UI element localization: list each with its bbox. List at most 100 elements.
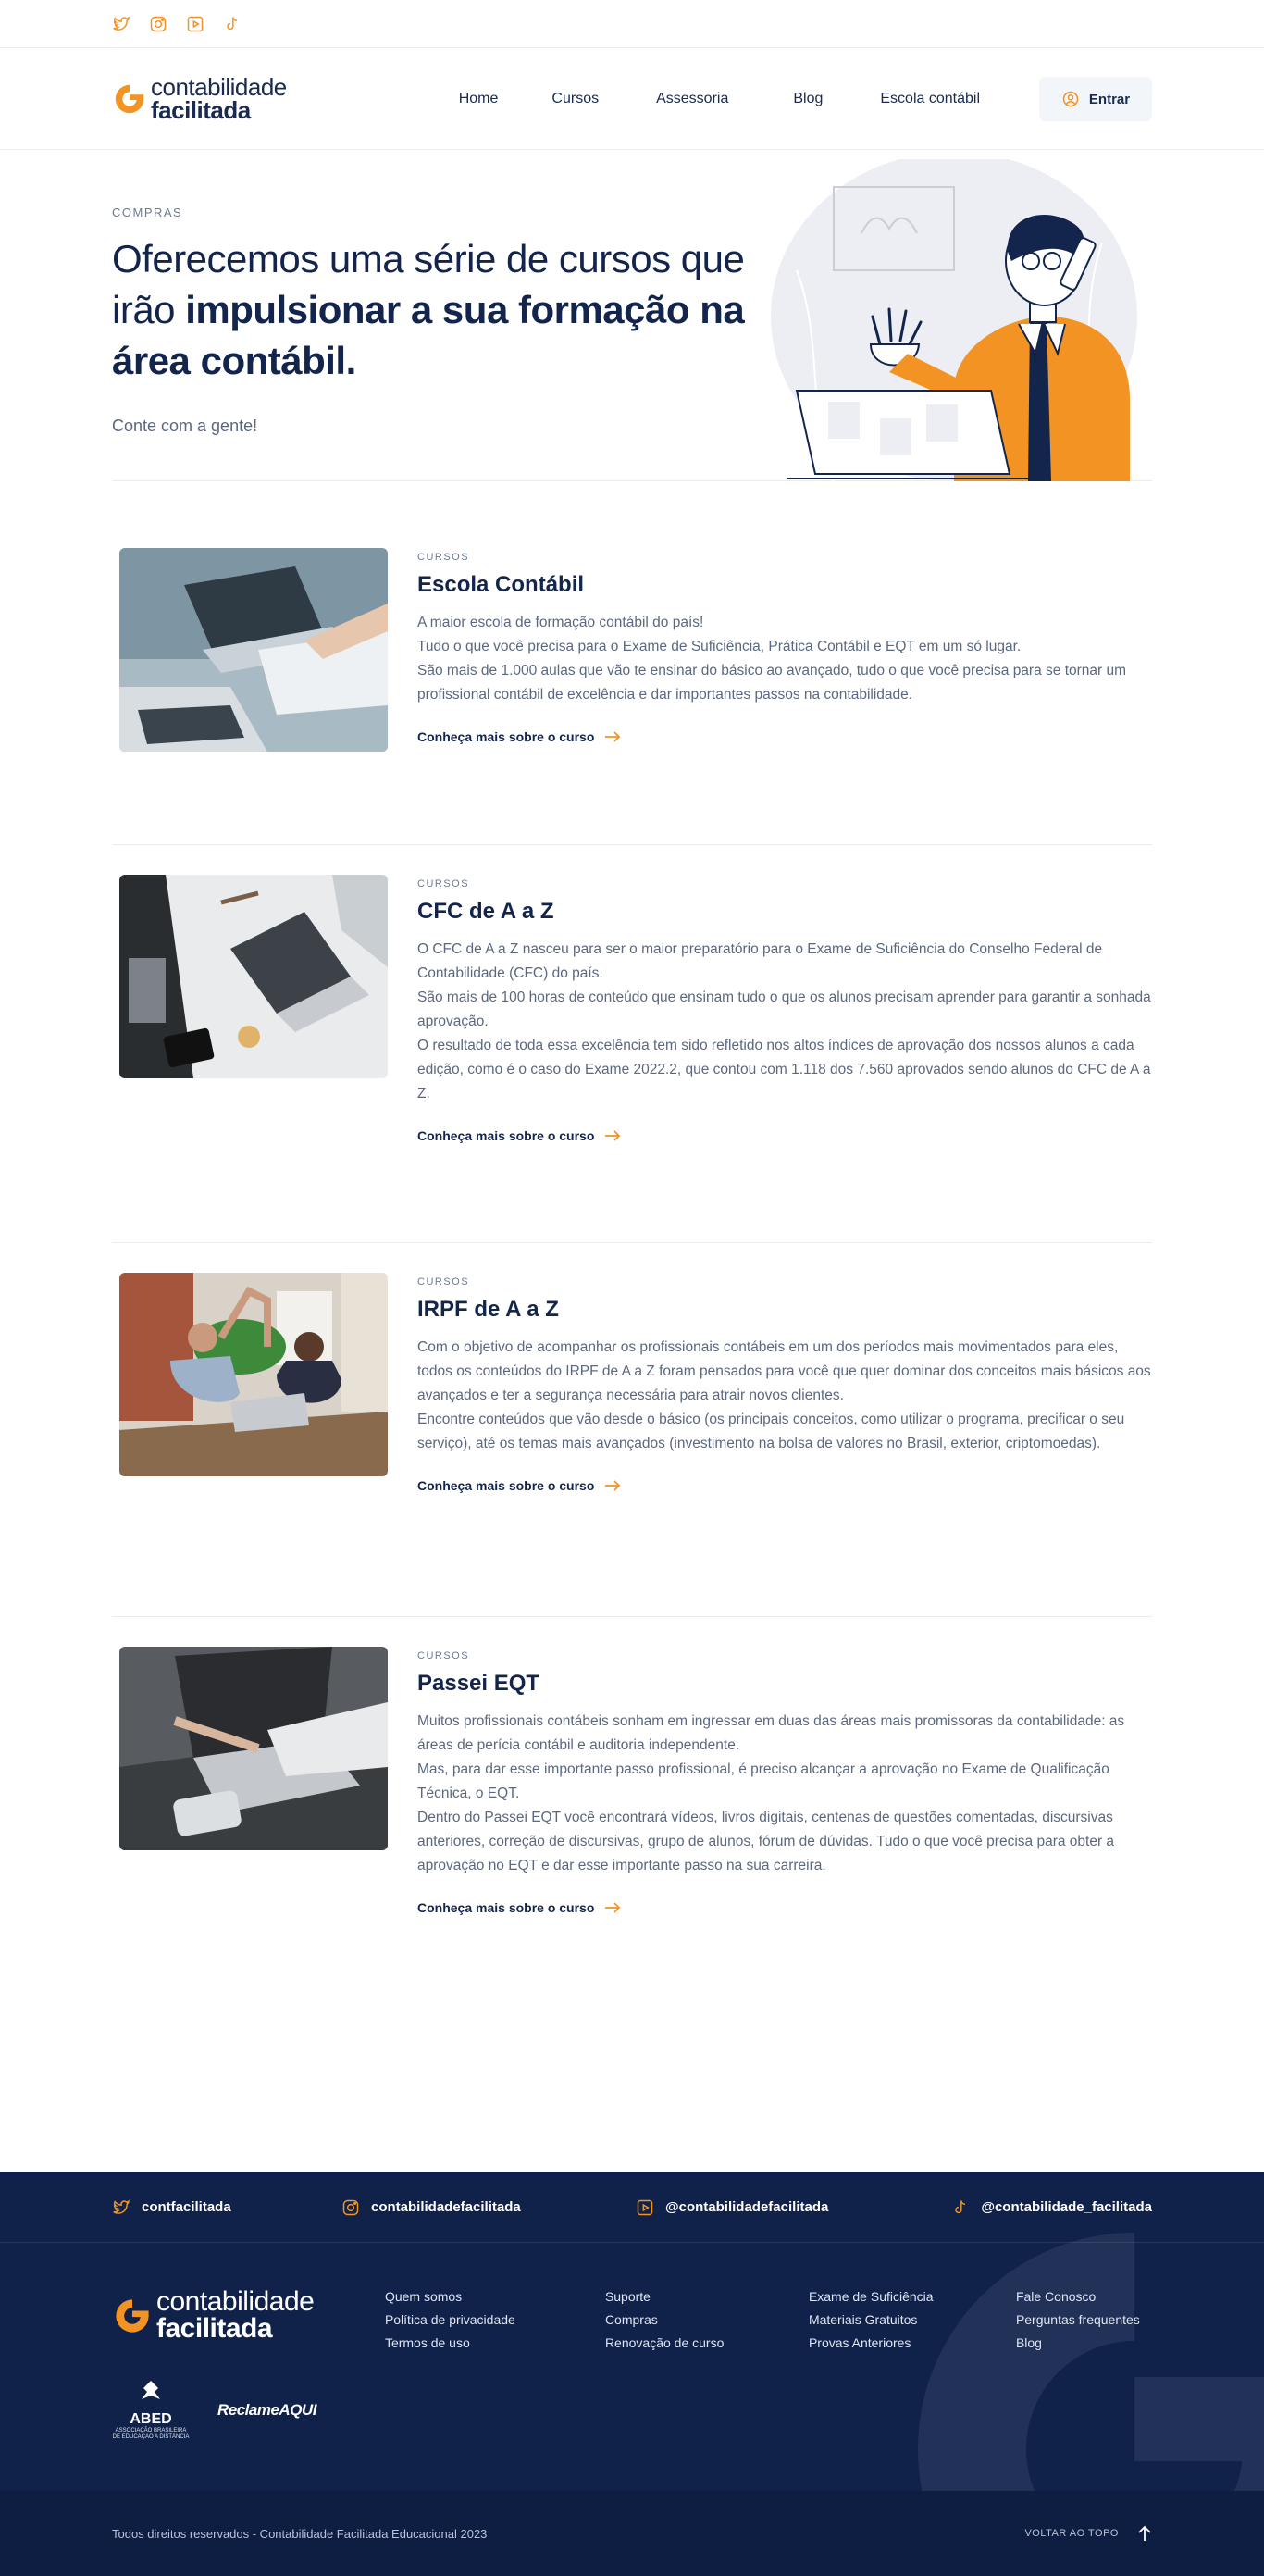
footer-link[interactable]: Renovação de curso [605, 2335, 809, 2350]
course-tag: CURSOS [417, 552, 470, 563]
course-card-cfc: CURSOS CFC de A a Z O CFC de A a Z nasce… [112, 844, 1152, 1242]
footer-logo-line-2: facilitada [156, 2312, 273, 2344]
course-paragraph: São mais de 1.000 aulas que vão te ensin… [417, 663, 1127, 703]
twitter-icon[interactable] [112, 15, 130, 33]
hero-title-bold: impulsionar a sua formação na área contá… [112, 288, 745, 382]
course-card-irpf: CURSOS IRPF de A a Z Com o objetivo de a… [112, 1242, 1152, 1616]
course-paragraph: São mais de 100 horas de conteúdo que en… [417, 989, 1151, 1029]
course-description: Com o objetivo de acompanhar os profissi… [417, 1336, 1152, 1456]
course-title: CFC de A a Z [417, 899, 554, 924]
abed-logo-icon [142, 2381, 160, 2399]
course-image [119, 1647, 388, 1850]
footer-social-label: @contabilidade_facilitada [981, 2199, 1152, 2215]
footer-link[interactable]: Suporte [605, 2289, 809, 2304]
course-card-passei-eqt: CURSOS Passei EQT Muitos profissionais c… [112, 1616, 1152, 2172]
hero-title: Oferecemos uma série de cursos que irão … [112, 233, 778, 386]
footer-link-columns: Quem somos Política de privacidade Termo… [385, 2289, 1164, 2441]
site-header: contabilidade facilitada Home Cursos Ass… [0, 48, 1264, 150]
youtube-icon [636, 2198, 654, 2217]
course-description: Muitos profissionais contábeis sonham em… [417, 1710, 1152, 1878]
course-more-link[interactable]: Conheça mais sobre o curso [417, 1478, 1152, 1493]
tiktok-icon[interactable] [223, 15, 242, 33]
footer-social-youtube[interactable]: @contabilidadefacilitada [636, 2198, 943, 2217]
copyright-text: Todos direitos reservados - Contabilidad… [112, 2526, 488, 2541]
course-image [119, 548, 388, 752]
footer-logo-line-1: contabilidade [156, 2286, 315, 2317]
footer-column-1: Quem somos Política de privacidade Termo… [385, 2289, 605, 2441]
course-title: Passei EQT [417, 1671, 540, 1696]
course-more-label: Conheça mais sobre o curso [417, 1900, 595, 1915]
footer-social-label: contfacilitada [142, 2199, 231, 2215]
nav-cursos[interactable]: Cursos [551, 91, 599, 107]
footer-column-2: Suporte Compras Renovação de curso [605, 2289, 809, 2441]
course-card-escola-contabil: CURSOS Escola Contábil A maior escola de… [112, 518, 1152, 844]
footer-link[interactable]: Compras [605, 2312, 809, 2327]
footer-link[interactable]: Quem somos [385, 2289, 605, 2304]
course-more-link[interactable]: Conheça mais sobre o curso [417, 729, 1152, 744]
footer-link[interactable]: Termos de uso [385, 2335, 605, 2350]
course-paragraph: Muitos profissionais contábeis sonham em… [417, 1713, 1125, 1753]
site-footer: contfacilitada contabilidadefacilitada @… [0, 2172, 1264, 2576]
footer-link[interactable]: Perguntas frequentes [1016, 2312, 1164, 2327]
user-icon [1061, 90, 1080, 108]
nav-assessoria[interactable]: Assessoria [656, 91, 728, 107]
instagram-icon [341, 2198, 360, 2217]
course-more-link[interactable]: Conheça mais sobre o curso [417, 1900, 1152, 1915]
brand-logo[interactable]: contabilidade facilitada [112, 75, 287, 124]
back-to-top-button[interactable]: VOLTAR AO TOPO [1024, 2525, 1152, 2542]
hero-section: COMPRAS Oferecemos uma série de cursos q… [112, 150, 1152, 481]
course-description: A maior escola de formação contábil do p… [417, 611, 1152, 707]
arrow-right-icon [603, 1129, 622, 1142]
hero-subtitle: Conte com a gente! [112, 417, 258, 435]
footer-link[interactable]: Fale Conosco [1016, 2289, 1164, 2304]
course-description: O CFC de A a Z nasceu para ser o maior p… [417, 938, 1152, 1106]
footer-link[interactable]: Provas Anteriores [809, 2335, 1016, 2350]
course-paragraph: Encontre conteúdos que vão desde o básic… [417, 1412, 1125, 1451]
footer-link[interactable]: Blog [1016, 2335, 1164, 2350]
course-paragraph: Mas, para dar esse importante passo prof… [417, 1761, 1109, 1801]
footer-badges: ABED ASSOCIAÇÃO BRASILEIRA DE EDUCAÇÃO A… [112, 2379, 316, 2441]
youtube-icon[interactable] [186, 15, 204, 33]
footer-link[interactable]: Política de privacidade [385, 2312, 605, 2327]
instagram-icon[interactable] [149, 15, 167, 33]
course-paragraph: Tudo o que você precisa para o Exame de … [417, 639, 1022, 654]
course-more-link[interactable]: Conheça mais sobre o curso [417, 1128, 1152, 1143]
abed-badge[interactable]: ABED ASSOCIAÇÃO BRASILEIRA DE EDUCAÇÃO A… [112, 2379, 190, 2441]
course-paragraph: O CFC de A a Z nasceu para ser o maior p… [417, 941, 1103, 981]
hero-illustration [771, 159, 1137, 481]
nav-blog[interactable]: Blog [793, 91, 823, 107]
reclame-aqui-badge[interactable]: ReclameAQUI [217, 2401, 316, 2420]
footer-social-tiktok[interactable]: @contabilidade_facilitada [951, 2198, 1152, 2217]
login-button[interactable]: Entrar [1039, 77, 1152, 121]
twitter-icon [112, 2198, 130, 2217]
course-paragraph: O resultado de toda essa excelência tem … [417, 1038, 1151, 1101]
course-paragraph: Dentro do Passei EQT você encontrará víd… [417, 1810, 1115, 1873]
main-nav: Home Cursos Assessoria Blog Escola contá… [459, 91, 980, 107]
nav-home[interactable]: Home [459, 91, 499, 107]
course-paragraph: Com o objetivo de acompanhar os profissi… [417, 1339, 1151, 1403]
abed-subtitle: ASSOCIAÇÃO BRASILEIRA DE EDUCAÇÃO A DIST… [112, 2428, 190, 2440]
footer-bottom-bar: Todos direitos reservados - Contabilidad… [0, 2491, 1264, 2576]
arrow-right-icon [603, 1479, 622, 1492]
footer-logo[interactable]: contabilidade facilitada [112, 2286, 316, 2344]
footer-social-label: contabilidadefacilitada [371, 2199, 521, 2215]
abed-name: ABED [130, 2411, 172, 2427]
footer-link[interactable]: Materiais Gratuitos [809, 2312, 1016, 2327]
footer-column-4: Fale Conosco Perguntas frequentes Blog [1016, 2289, 1164, 2441]
course-image [119, 1273, 388, 1476]
course-more-label: Conheça mais sobre o curso [417, 1478, 595, 1493]
back-to-top-label: VOLTAR AO TOPO [1024, 2528, 1119, 2539]
footer-link[interactable]: Exame de Suficiência [809, 2289, 1016, 2304]
logo-mark-icon [115, 84, 144, 114]
footer-social-twitter[interactable]: contfacilitada [112, 2198, 341, 2217]
course-title: IRPF de A a Z [417, 1297, 559, 1322]
arrow-right-icon [603, 1901, 622, 1914]
hero-eyebrow: COMPRAS [112, 205, 183, 219]
footer-social-instagram[interactable]: contabilidadefacilitada [341, 2198, 636, 2217]
course-title: Escola Contábil [417, 572, 585, 597]
top-social-bar [0, 0, 1264, 48]
logo-line-2: facilitada [151, 96, 251, 124]
nav-escola-contabil[interactable]: Escola contábil [880, 91, 980, 107]
course-image [119, 875, 388, 1078]
arrow-up-icon [1137, 2525, 1152, 2542]
